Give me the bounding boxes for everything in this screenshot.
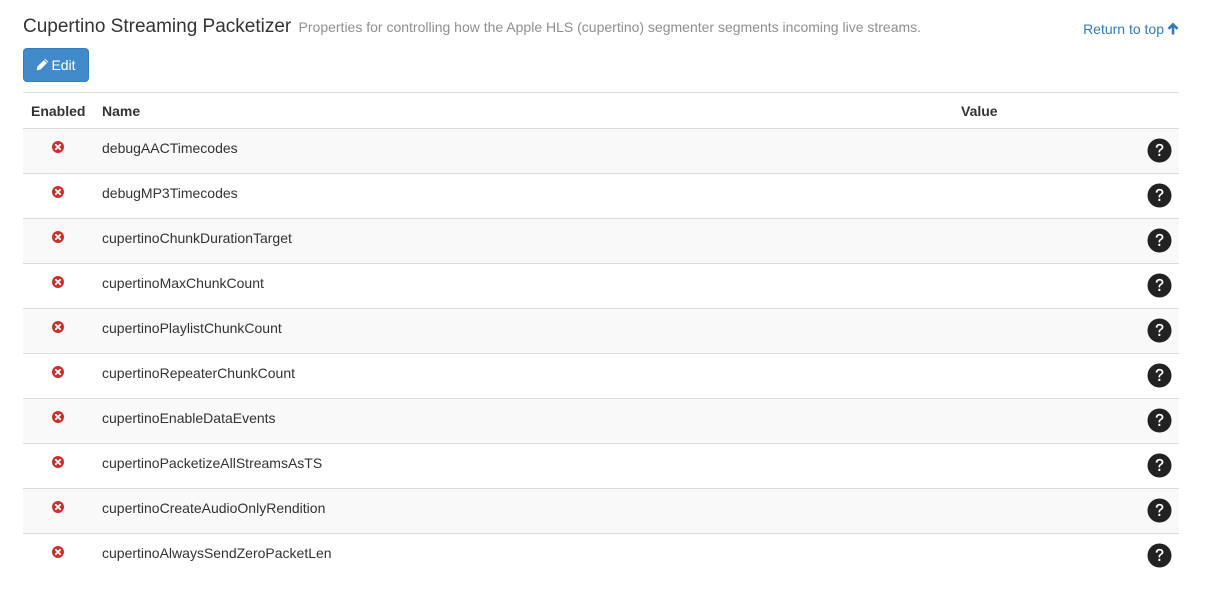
disabled-x-icon — [52, 501, 64, 513]
edit-button[interactable]: Edit — [23, 48, 89, 82]
enabled-cell — [23, 398, 94, 444]
arrow-up-icon — [1167, 22, 1179, 35]
help-icon[interactable] — [1147, 138, 1172, 163]
name-cell: cupertinoCreateAudioOnlyRendition — [94, 488, 953, 534]
help-icon[interactable] — [1147, 273, 1172, 298]
help-icon[interactable] — [1147, 363, 1172, 388]
disabled-x-icon — [52, 411, 64, 423]
help-icon[interactable] — [1147, 408, 1172, 433]
enabled-cell — [23, 308, 94, 354]
help-icon[interactable] — [1147, 543, 1172, 568]
page-title: Cupertino Streaming Packetizer Propertie… — [23, 16, 921, 38]
value-cell — [953, 533, 1179, 579]
table-row: cupertinoChunkDurationTarget — [23, 218, 1179, 264]
section-title: Cupertino Streaming Packetizer — [23, 16, 292, 37]
enabled-cell — [23, 263, 94, 309]
column-header-value: Value — [953, 92, 1179, 129]
name-cell: cupertinoChunkDurationTarget — [94, 218, 953, 264]
section-header: Cupertino Streaming Packetizer Propertie… — [23, 16, 1179, 42]
disabled-x-icon — [52, 456, 64, 468]
disabled-x-icon — [52, 141, 64, 153]
enabled-cell — [23, 353, 94, 399]
name-cell: debugAACTimecodes — [94, 128, 953, 174]
property-name: cupertinoChunkDurationTarget — [102, 230, 292, 246]
value-cell — [953, 218, 1179, 264]
disabled-x-icon — [52, 276, 64, 288]
name-cell: cupertinoPlaylistChunkCount — [94, 308, 953, 354]
table-row: cupertinoMaxChunkCount — [23, 263, 1179, 309]
value-cell — [953, 398, 1179, 444]
table-row: cupertinoEnableDataEvents — [23, 398, 1179, 444]
enabled-cell — [23, 443, 94, 489]
table-row: cupertinoPacketizeAllStreamsAsTS — [23, 443, 1179, 489]
value-cell — [953, 353, 1179, 399]
value-cell — [953, 263, 1179, 309]
property-name: cupertinoRepeaterChunkCount — [102, 365, 296, 381]
property-name: debugMP3Timecodes — [102, 185, 238, 201]
enabled-cell — [23, 173, 94, 219]
help-icon[interactable] — [1147, 183, 1172, 208]
edit-button-label: Edit — [51, 57, 76, 73]
value-cell — [953, 488, 1179, 534]
help-icon[interactable] — [1147, 228, 1172, 253]
property-name: cupertinoPlaylistChunkCount — [102, 320, 282, 336]
disabled-x-icon — [52, 231, 64, 243]
value-cell — [953, 173, 1179, 219]
property-name: cupertinoMaxChunkCount — [102, 275, 264, 291]
help-icon[interactable] — [1147, 318, 1172, 343]
table-row: cupertinoCreateAudioOnlyRendition — [23, 488, 1179, 534]
table-row: debugAACTimecodes — [23, 128, 1179, 174]
property-name: cupertinoAlwaysSendZeroPacketLen — [102, 545, 332, 561]
enabled-cell — [23, 218, 94, 264]
enabled-cell — [23, 128, 94, 174]
enabled-cell — [23, 533, 94, 579]
name-cell: cupertinoAlwaysSendZeroPacketLen — [94, 533, 953, 579]
property-name: cupertinoPacketizeAllStreamsAsTS — [102, 455, 323, 471]
name-cell: cupertinoRepeaterChunkCount — [94, 353, 953, 399]
section-subtitle: Properties for controlling how the Apple… — [298, 19, 922, 35]
property-name: cupertinoEnableDataEvents — [102, 410, 276, 426]
disabled-x-icon — [52, 186, 64, 198]
disabled-x-icon — [52, 366, 64, 378]
property-name: cupertinoCreateAudioOnlyRendition — [102, 500, 326, 516]
help-icon[interactable] — [1147, 498, 1172, 523]
table-row: cupertinoPlaylistChunkCount — [23, 308, 1179, 354]
return-to-top-link[interactable]: Return to top — [1083, 21, 1179, 37]
table-row: debugMP3Timecodes — [23, 173, 1179, 219]
table-row: cupertinoRepeaterChunkCount — [23, 353, 1179, 399]
value-cell — [953, 128, 1179, 174]
property-name: debugAACTimecodes — [102, 140, 238, 156]
column-header-name: Name — [94, 92, 953, 129]
table-header-row: Enabled Name Value — [23, 92, 1179, 129]
disabled-x-icon — [52, 546, 64, 558]
value-cell — [953, 308, 1179, 354]
properties-table: Enabled Name Value debugAACTimecodes debu… — [23, 92, 1179, 579]
name-cell: cupertinoPacketizeAllStreamsAsTS — [94, 443, 953, 489]
name-cell: cupertinoMaxChunkCount — [94, 263, 953, 309]
disabled-x-icon — [52, 321, 64, 333]
value-cell — [953, 443, 1179, 489]
name-cell: cupertinoEnableDataEvents — [94, 398, 953, 444]
name-cell: debugMP3Timecodes — [94, 173, 953, 219]
pencil-icon — [37, 58, 49, 71]
help-icon[interactable] — [1147, 453, 1172, 478]
column-header-enabled: Enabled — [23, 92, 94, 129]
enabled-cell — [23, 488, 94, 534]
return-to-top-label: Return to top — [1083, 21, 1164, 37]
table-row: cupertinoAlwaysSendZeroPacketLen — [23, 533, 1179, 579]
